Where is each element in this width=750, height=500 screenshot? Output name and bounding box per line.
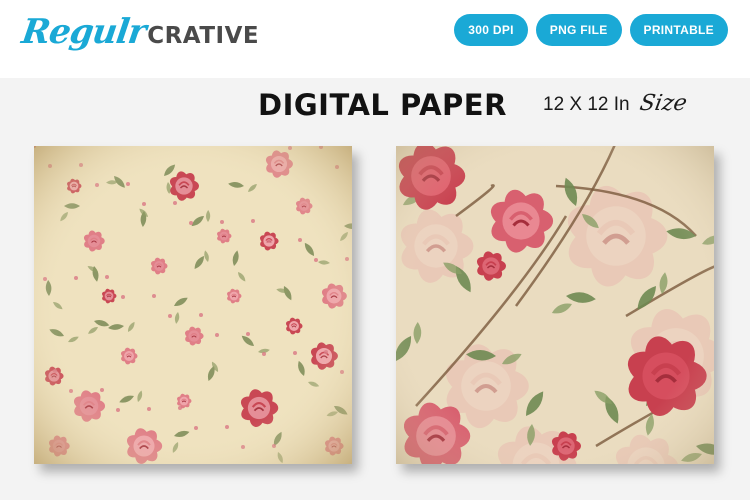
small-rose-pattern-image [34, 146, 352, 464]
size-word: Size [637, 91, 689, 116]
paper-preview-large-roses [396, 146, 714, 464]
large-rose-pattern-image [396, 146, 714, 464]
paper-preview-small-roses [34, 146, 352, 464]
feature-badges: 300 DPI PNG FILE PRINTABLE [454, 14, 728, 46]
size-dimensions: 12 X 12 In [543, 94, 630, 115]
size-label: 12 X 12 In Size [543, 91, 689, 116]
brand-logo-caps: CRATIVE [147, 23, 260, 49]
product-title: DIGITAL PAPER [258, 88, 507, 122]
badge-file-type: PNG FILE [535, 14, 622, 46]
badge-printable: PRINTABLE [629, 14, 728, 46]
brand-logo[interactable]: Regulr CRATIVE [19, 12, 260, 58]
brand-logo-script: Regulr [19, 12, 149, 52]
badge-dpi: 300 DPI [454, 14, 528, 46]
header-bar: Regulr CRATIVE 300 DPI PNG FILE PRINTABL… [0, 0, 750, 78]
